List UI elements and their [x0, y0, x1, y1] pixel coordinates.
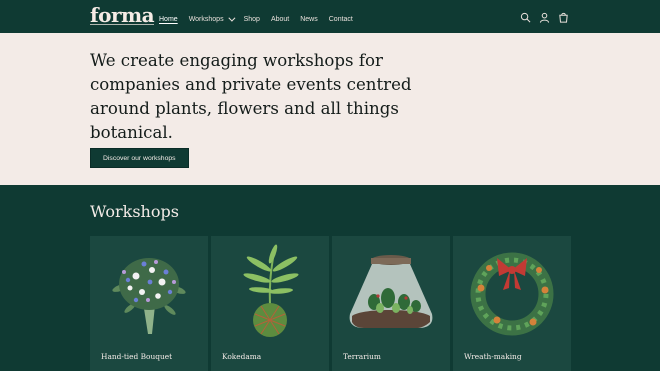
cart-icon[interactable]	[558, 12, 569, 23]
workshop-card-bouquet[interactable]: Hand-tied Bouquet	[90, 236, 208, 371]
hero-headline: We create engaging workshops for compani…	[90, 51, 412, 142]
kokedama-illustration	[243, 244, 299, 337]
card-label: Kokedama	[222, 352, 262, 361]
card-label: Terrarium	[343, 352, 381, 361]
logo[interactable]: forma	[90, 3, 155, 27]
chevron-down-icon	[227, 14, 236, 22]
nav-about[interactable]: About	[271, 16, 289, 23]
account-icon[interactable]	[539, 12, 550, 23]
main-nav: Home Workshops Shop About News Contact	[159, 14, 364, 23]
search-icon[interactable]	[520, 12, 531, 23]
wreath-illustration	[470, 252, 554, 336]
discover-workshops-button[interactable]: Discover our workshops	[90, 148, 189, 168]
section-title: Workshops	[90, 202, 179, 221]
nav-shop[interactable]: Shop	[244, 16, 260, 23]
workshops-section: Workshops Hand-tied Bouquet Kokedama Ter…	[0, 185, 660, 371]
card-label: Wreath-making	[464, 352, 522, 361]
site-header: forma Home Workshops Shop About News Con…	[0, 0, 660, 33]
workshop-card-kokedama[interactable]: Kokedama	[211, 236, 329, 371]
workshop-card-wreath[interactable]: Wreath-making	[453, 236, 571, 371]
card-label: Hand-tied Bouquet	[101, 352, 173, 361]
nav-home[interactable]: Home	[159, 16, 178, 23]
bouquet-illustration	[112, 258, 186, 334]
nav-news[interactable]: News	[300, 16, 318, 23]
nav-workshops[interactable]: Workshops	[188, 14, 236, 23]
nav-workshops-label: Workshops	[188, 16, 224, 23]
workshop-cards: Hand-tied Bouquet Kokedama Terrarium Wre…	[90, 236, 571, 371]
terrarium-illustration	[349, 255, 433, 328]
hero-banner: We create engaging workshops for compani…	[0, 33, 660, 185]
workshop-card-terrarium[interactable]: Terrarium	[332, 236, 450, 371]
header-icons	[520, 12, 569, 23]
nav-contact[interactable]: Contact	[329, 16, 353, 23]
